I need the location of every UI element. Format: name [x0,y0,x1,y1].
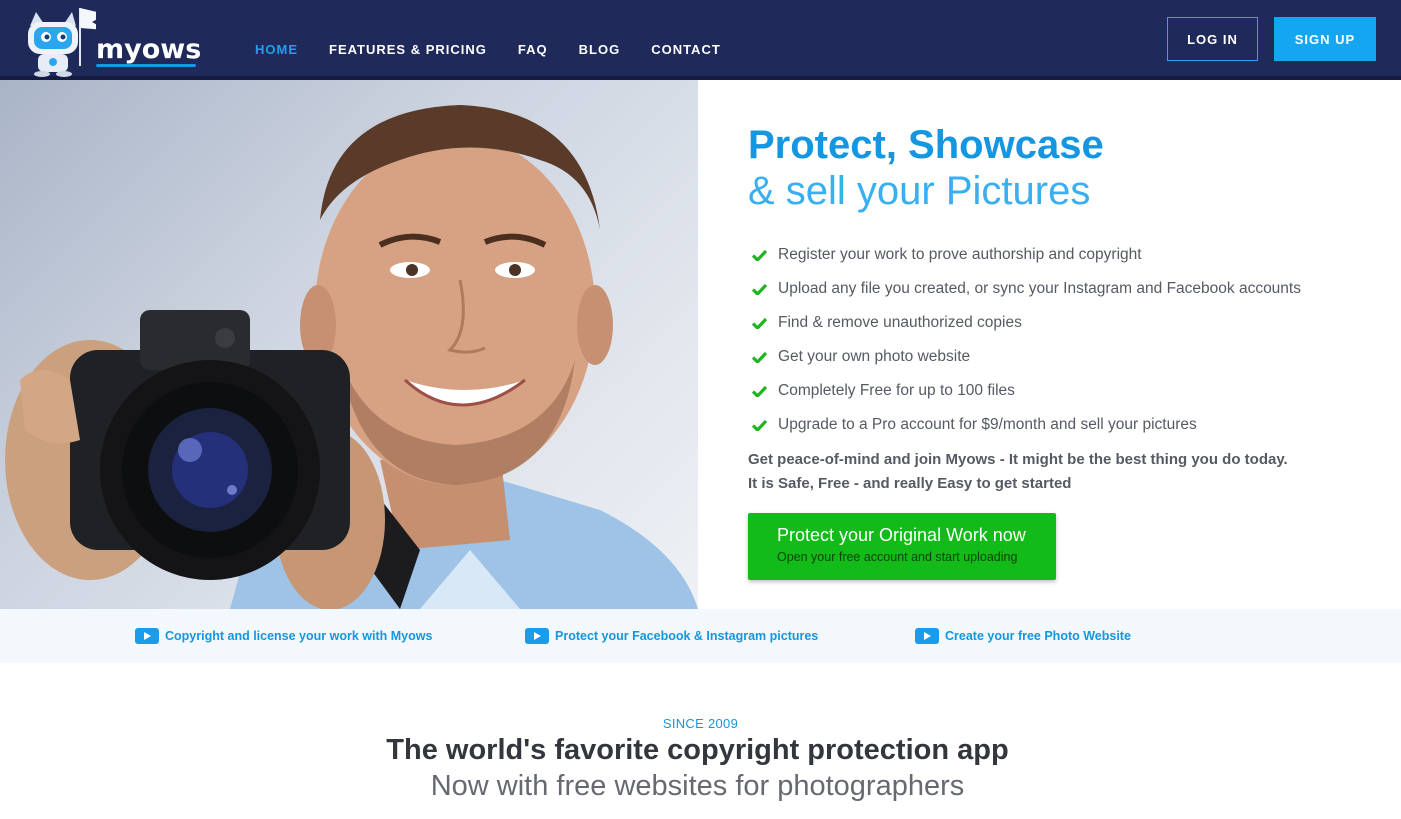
video-play-icon [135,628,159,644]
brand-underline [96,64,196,67]
nav-contact[interactable]: CONTACT [651,42,721,57]
feature-item: Find & remove unauthorized copies [752,306,1301,340]
video-link-photo-website[interactable]: Create your free Photo Website [915,628,1131,644]
video-play-icon [525,628,549,644]
login-button[interactable]: LOG IN [1167,17,1258,61]
feature-text: Completely Free for up to 100 files [778,382,1015,399]
video-link-label: Create your free Photo Website [945,629,1131,643]
feature-item: Upgrade to a Pro account for $9/month an… [752,408,1301,442]
robot-mascot-logo-icon [28,8,96,77]
feature-text: Register your work to prove authorship a… [778,246,1142,263]
hero-photo-illustration [5,105,698,609]
check-icon [752,385,778,397]
video-links-bar: Copyright and license your work with Myo… [0,609,1401,663]
protect-work-cta-button[interactable]: Protect your Original Work now Open your… [748,513,1056,580]
video-link-copyright[interactable]: Copyright and license your work with Myo… [135,628,432,644]
main-nav: HOME FEATURES & PRICING FAQ BLOG CONTACT [255,42,752,57]
check-icon [752,419,778,431]
nav-blog[interactable]: BLOG [579,42,621,57]
feature-text: Find & remove unauthorized copies [778,314,1022,331]
video-link-label: Copyright and license your work with Myo… [165,629,433,643]
signup-button[interactable]: SIGN UP [1274,17,1376,61]
navbar: myows HOME FEATURES & PRICING FAQ BLOG C… [0,0,1401,80]
feature-list: Register your work to prove authorship a… [752,238,1301,442]
tagline-line-1: Get peace-of-mind and join Myows - It mi… [748,451,1288,468]
hero-subtitle: & sell your Pictures [748,169,1091,213]
hero-tagline: Get peace-of-mind and join Myows - It mi… [748,448,1288,496]
since-label: SINCE 2009 [662,716,739,731]
feature-item: Register your work to prove authorship a… [752,238,1301,272]
feature-item: Upload any file you created, or sync you… [752,272,1301,306]
check-icon [752,351,778,363]
video-link-label: Protect your Facebook & Instagram pictur… [555,629,819,643]
feature-text: Upgrade to a Pro account for $9/month an… [778,416,1197,433]
video-play-icon [915,628,939,644]
nav-faq[interactable]: FAQ [518,42,548,57]
brand-wordmark: myows [96,34,202,65]
hero-content: Protect, Showcase & sell your Pictures R… [698,80,1401,609]
feature-item: Completely Free for up to 100 files [752,374,1301,408]
check-icon [752,249,778,261]
brand-logo[interactable]: myows [20,4,202,78]
nav-home[interactable]: HOME [255,42,298,57]
check-icon [752,317,778,329]
feature-text: Upload any file you created, or sync you… [778,280,1301,297]
nav-features-pricing[interactable]: FEATURES & PRICING [329,42,487,57]
cta-main-label: Protect your Original Work now [777,525,1026,545]
feature-text: Get your own photo website [778,348,971,365]
tagline-line-2: It is Safe, Free - and really Easy to ge… [748,475,1072,492]
video-link-facebook-instagram[interactable]: Protect your Facebook & Instagram pictur… [525,628,818,644]
hero-title: Protect, Showcase [748,123,1104,167]
hero-photo-photographer [0,80,698,609]
check-icon [752,283,778,295]
section-subheadline: Now with free websites for photographers [430,770,965,802]
feature-item: Get your own photo website [752,340,1301,374]
section-headline: The world's favorite copyright protectio… [386,734,1009,766]
cta-sub-label: Open your free account and start uploadi… [777,550,1018,564]
